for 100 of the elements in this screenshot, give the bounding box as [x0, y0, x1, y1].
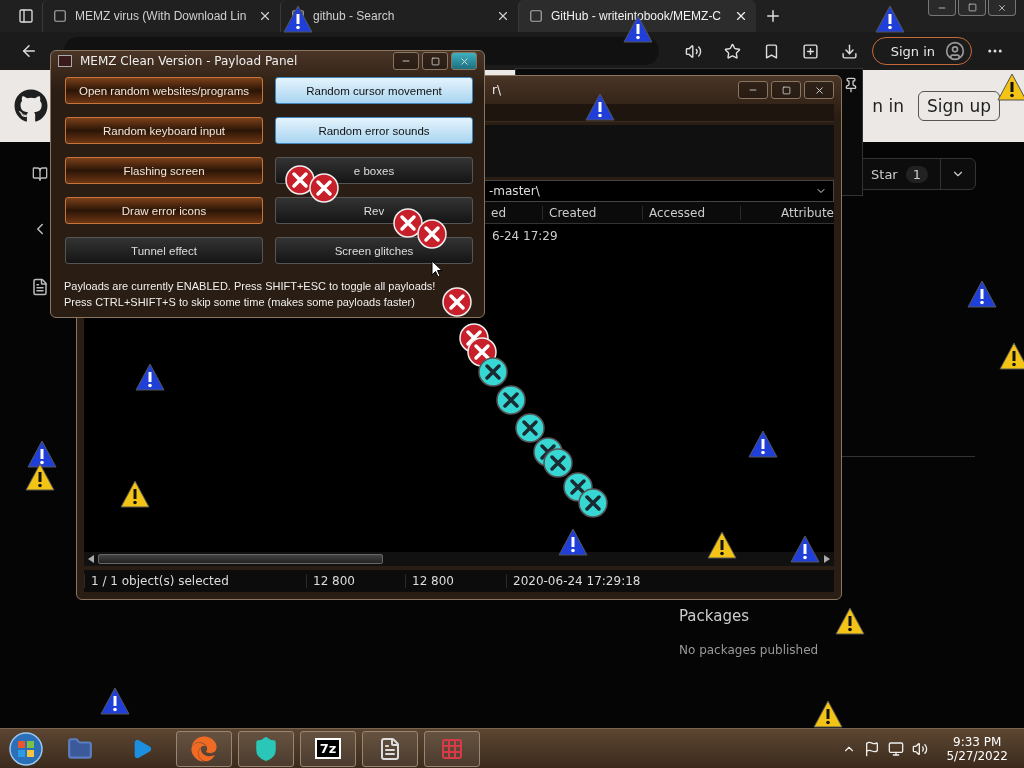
octocat-logo-icon[interactable]	[14, 89, 48, 123]
flag-icon[interactable]	[864, 740, 881, 757]
error-icon	[417, 219, 447, 249]
star-icon[interactable]	[723, 42, 741, 60]
warning-icon	[135, 363, 165, 391]
taskbar-app[interactable]: 7z	[300, 730, 356, 767]
archive-logo: 7z	[314, 738, 342, 759]
error-icon	[442, 287, 472, 317]
warning-icon	[997, 73, 1024, 101]
collections-icon[interactable]	[801, 42, 819, 60]
cubes-icon	[440, 736, 464, 761]
warning-icon	[558, 528, 588, 556]
warning-icon	[790, 535, 820, 563]
speaker-icon[interactable]	[684, 42, 702, 60]
warning-icon	[100, 687, 130, 715]
taskbar-app[interactable]	[362, 730, 418, 767]
file-icon	[31, 278, 49, 296]
maximize-button[interactable]	[771, 81, 801, 99]
column-header[interactable]: Accessed	[642, 205, 740, 220]
payload-button[interactable]: Random cursor movement	[275, 77, 473, 104]
error-icon	[309, 173, 339, 203]
payload-button[interactable]: Random error sounds	[275, 117, 473, 144]
new-tab-icon[interactable]	[764, 7, 782, 25]
status-text: 2020-06-24 17:29:18	[506, 574, 834, 588]
sign-in-link[interactable]: n in	[872, 96, 904, 116]
start-orb-icon[interactable]	[6, 730, 46, 767]
payload-button[interactable]: Draw error icons	[65, 197, 263, 224]
close-icon[interactable]	[258, 9, 272, 23]
tab-actions-icon[interactable]	[18, 8, 34, 24]
payload-button[interactable]: Open random websites/programs	[65, 77, 263, 104]
warning-icon	[585, 93, 615, 121]
maximize-icon	[430, 56, 440, 66]
warning-icon	[835, 607, 865, 635]
maximize-icon	[781, 85, 791, 95]
warning-icon	[120, 480, 150, 508]
packages-heading: Packages	[679, 607, 749, 625]
warning-icon	[27, 440, 57, 468]
shield-icon	[253, 735, 279, 762]
app-icon	[58, 55, 72, 67]
column-header[interactable]: Created	[542, 205, 642, 220]
status-text: Payloads are currently ENABLED. Press SHIFT+ESC to toggle all payloads!	[64, 279, 436, 294]
sign-up-button[interactable]: Sign up	[917, 91, 1000, 121]
maximize-button[interactable]	[422, 52, 448, 70]
close-icon	[813, 84, 825, 96]
warning-icon	[748, 430, 778, 458]
error-icon	[543, 448, 573, 478]
maximize-button[interactable]	[958, 0, 986, 16]
clock[interactable]: 9:33 PM 5/27/2022	[936, 734, 1018, 763]
browser-tab[interactable]: GitHub - writeintobook/MEMZ-C	[518, 0, 756, 32]
column-header[interactable]: Attribute	[740, 205, 834, 220]
folder-icon	[67, 735, 93, 762]
taskbar-app[interactable]	[238, 730, 294, 767]
network-icon[interactable]	[888, 740, 905, 757]
star-count: 1	[905, 165, 928, 183]
close-button[interactable]	[451, 52, 477, 70]
browser-icon	[191, 735, 217, 762]
file-icon	[378, 736, 402, 761]
close-button[interactable]	[804, 81, 834, 99]
left-arrow-icon	[88, 555, 94, 563]
warning-icon	[283, 5, 313, 33]
warning-icon	[967, 280, 997, 308]
error-icon	[393, 208, 423, 238]
speaker-icon[interactable]	[912, 740, 929, 757]
status-text: 1 / 1 object(s) selected	[84, 574, 306, 588]
repo-icon	[32, 166, 48, 182]
cursor-icon	[431, 260, 443, 278]
close-icon[interactable]	[734, 9, 748, 23]
minimize-button[interactable]	[928, 0, 956, 16]
packages-text: No packages published	[679, 643, 819, 657]
payload-button[interactable]: Screen glitches	[275, 237, 473, 264]
warning-icon	[707, 531, 737, 559]
horizontal-scrollbar[interactable]	[84, 552, 834, 566]
minimize-button[interactable]	[393, 52, 419, 70]
error-icon	[515, 413, 545, 443]
table-cell-text: 6-24 17:29	[492, 229, 559, 243]
right-arrow-icon	[824, 555, 830, 563]
status-text: 12 800	[306, 574, 405, 588]
avatar-icon	[945, 41, 965, 61]
pin-icon[interactable]	[843, 77, 859, 93]
status-text: 12 800	[405, 574, 506, 588]
warning-icon	[25, 463, 55, 491]
close-icon	[997, 2, 1007, 13]
download-icon[interactable]	[840, 42, 858, 60]
payload-button[interactable]: Random keyboard input	[65, 117, 263, 144]
close-icon[interactable]	[496, 9, 510, 23]
error-icon	[478, 357, 508, 387]
taskbar-app[interactable]	[176, 730, 232, 767]
payload-button[interactable]: Tunnel effect	[65, 237, 263, 264]
close-button[interactable]	[988, 0, 1016, 16]
payload-button[interactable]: Flashing screen	[65, 157, 263, 184]
maximize-icon	[967, 3, 977, 12]
minimize-button[interactable]	[738, 81, 768, 99]
status-text: Press CTRL+SHIFT+S to skip some time (makes some payloads faster)	[64, 295, 415, 310]
window-title: MEMZ Clean Version - Payload Panel	[80, 54, 298, 68]
close-icon	[458, 55, 470, 67]
error-icon	[578, 488, 608, 518]
back-icon[interactable]	[20, 42, 38, 60]
star-label: Star	[871, 166, 898, 182]
warning-icon	[875, 5, 905, 33]
sign-in-button[interactable]: Sign in	[871, 37, 972, 65]
